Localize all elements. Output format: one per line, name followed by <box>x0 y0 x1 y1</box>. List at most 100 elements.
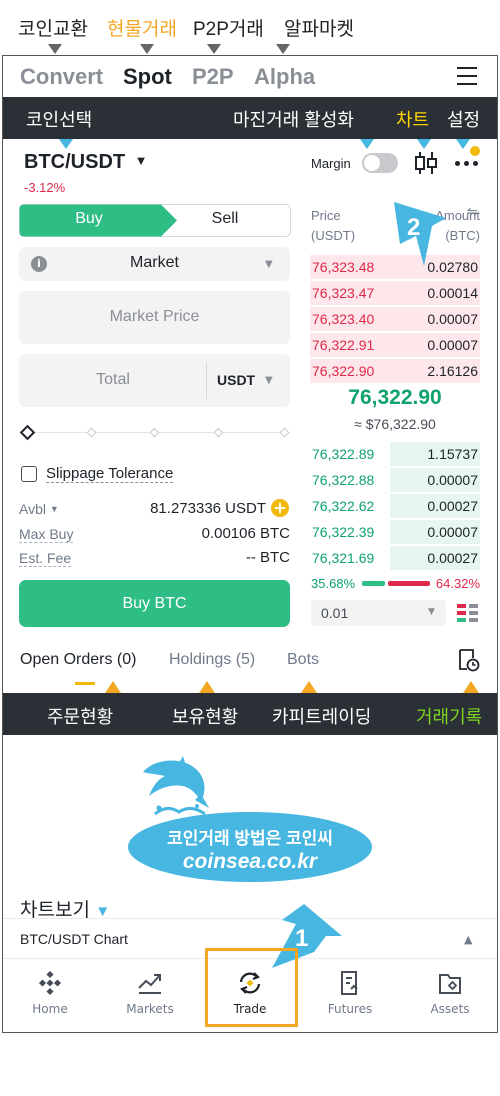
chart-section-title[interactable]: BTC/USDT Chart <box>20 931 128 947</box>
watermark-domain: coinsea.co.kr <box>182 850 318 873</box>
ask-price: 76,323.40 <box>312 311 375 327</box>
menu-icon[interactable] <box>457 67 477 85</box>
annot-pointer <box>301 681 317 693</box>
tab-open-orders[interactable]: Open Orders (0) <box>20 651 136 669</box>
candlestick-chart-icon[interactable] <box>414 150 438 176</box>
sell-ratio-fill <box>387 581 430 586</box>
annot-pointer <box>276 44 290 54</box>
bid-price: 76,322.62 <box>312 498 375 514</box>
orderbook-layout-icon[interactable] <box>457 604 479 622</box>
caret-up-icon[interactable]: ▲ <box>464 933 472 946</box>
ask-price: 76,323.47 <box>312 285 375 301</box>
annot-spot-trade: 현물거래 <box>107 19 177 40</box>
bid-amount: 0.00027 <box>427 550 478 566</box>
nav-home-label: Home <box>32 1002 68 1016</box>
annot-settings: 설정 <box>447 110 481 130</box>
bid-price: 76,322.89 <box>312 446 375 462</box>
annot-pointer <box>140 44 154 54</box>
annot-pointer <box>199 681 215 693</box>
nav-futures-label: Futures <box>327 1002 373 1016</box>
avbl-label-text: Avbl <box>19 501 46 517</box>
price-column-header: Price (USDT) <box>311 208 356 243</box>
annot-copy-trading: 카피트레이딩 <box>272 707 372 727</box>
sell-ratio: 64.32% <box>435 576 480 591</box>
highlight-box <box>205 948 298 1027</box>
last-price: 76,322.90 <box>348 386 442 409</box>
bid-row[interactable]: 76,322.62 0.00027 <box>310 494 480 518</box>
nav-home[interactable]: Home <box>5 970 95 1016</box>
order-history-icon[interactable] <box>456 648 480 672</box>
deposit-plus-icon[interactable]: + <box>271 499 289 517</box>
ask-row[interactable]: 76,323.47 0.00014 <box>310 281 480 305</box>
bid-amount: 0.00007 <box>427 524 478 540</box>
caret-down-icon: ▼ <box>134 153 148 168</box>
annot-order-status: 주문현황 <box>47 707 114 727</box>
precision-value: 0.01 <box>321 605 349 621</box>
est-fee-label[interactable]: Est. Fee <box>19 550 72 567</box>
bid-row[interactable]: 76,321.69 0.00027 <box>310 546 480 570</box>
ask-amount: 0.00007 <box>427 311 478 327</box>
pair-selector[interactable]: BTC/USDT ▼ <box>24 151 148 174</box>
market-price-placeholder: Market Price <box>109 308 200 325</box>
tab-convert[interactable]: Convert <box>20 64 103 90</box>
markets-chart-icon <box>138 974 161 994</box>
ask-row[interactable]: 76,322.90 2.16126 <box>310 359 480 383</box>
tab-alpha[interactable]: Alpha <box>254 64 315 90</box>
est-fee-value: -- BTC <box>245 549 290 566</box>
buy-ratio: 35.68% <box>311 576 356 591</box>
price-change: -3.12% <box>24 180 66 195</box>
bid-row[interactable]: 76,322.88 0.00007 <box>310 468 480 492</box>
tab-p2p[interactable]: P2P <box>192 64 234 90</box>
annot-margin-activate: 마진거래 활성화 <box>233 110 354 130</box>
futures-document-icon <box>341 971 358 995</box>
total-unit-select[interactable]: USDT <box>217 372 255 388</box>
nav-assets[interactable]: Assets <box>405 970 495 1016</box>
nav-markets[interactable]: Markets <box>105 970 195 1016</box>
more-options-icon[interactable] <box>455 161 479 166</box>
active-tab-indicator <box>75 682 95 685</box>
annot-pointer <box>48 44 62 54</box>
total-placeholder: Total <box>96 371 130 388</box>
caret-down-icon: ▼ <box>49 504 59 514</box>
annot-coin-exchange: 코인교환 <box>18 19 88 40</box>
tab-spot[interactable]: Spot <box>123 64 172 90</box>
home-logo-icon <box>38 970 62 996</box>
bid-row[interactable]: 76,322.89 1.15737 <box>310 442 480 466</box>
caret-down-icon: ▼ <box>265 375 273 386</box>
max-buy-label[interactable]: Max Buy <box>19 526 74 543</box>
divider <box>3 918 497 919</box>
annot-pointer <box>360 139 374 149</box>
margin-toggle[interactable] <box>362 153 398 173</box>
annot-pointer <box>207 44 221 54</box>
bid-price: 76,321.69 <box>312 550 375 566</box>
divider <box>206 362 207 399</box>
annot-pointer <box>417 139 431 149</box>
tab-holdings[interactable]: Holdings (5) <box>169 651 255 669</box>
annot-chart: 차트 <box>396 110 430 130</box>
buy-ratio-fill <box>362 581 385 586</box>
bid-amount: 0.00007 <box>427 472 478 488</box>
bid-amount: 1.15737 <box>427 446 478 462</box>
buy-btc-button[interactable]: Buy BTC <box>19 580 290 627</box>
annot-pointer <box>105 681 121 693</box>
nav-futures[interactable]: Futures <box>305 970 395 1016</box>
tab-bots[interactable]: Bots <box>287 651 319 669</box>
sell-tab[interactable]: Sell <box>160 210 290 228</box>
ask-price: 76,323.48 <box>312 259 375 275</box>
bid-row[interactable]: 76,322.39 0.00007 <box>310 520 480 544</box>
ask-amount: 2.16126 <box>427 363 478 379</box>
pair-symbol: BTC/USDT <box>24 151 126 173</box>
slippage-label[interactable]: Slippage Tolerance <box>46 465 174 483</box>
avbl-label[interactable]: Avbl ▼ <box>19 501 59 517</box>
ask-row[interactable]: 76,322.91 0.00007 <box>310 333 480 357</box>
annot-pointer <box>456 139 470 149</box>
annot-coin-select: 코인선택 <box>26 110 93 130</box>
slippage-checkbox[interactable] <box>21 466 37 482</box>
annot-trade-history: 거래기록 <box>416 707 483 727</box>
swap-icon[interactable]: ⇋ <box>467 205 478 220</box>
ask-amount: 0.00014 <box>427 285 478 301</box>
ask-price: 76,322.90 <box>312 363 375 379</box>
buy-tab[interactable]: Buy <box>19 210 159 228</box>
callout-number-2: 2 <box>407 214 421 241</box>
ask-row[interactable]: 76,323.40 0.00007 <box>310 307 480 331</box>
